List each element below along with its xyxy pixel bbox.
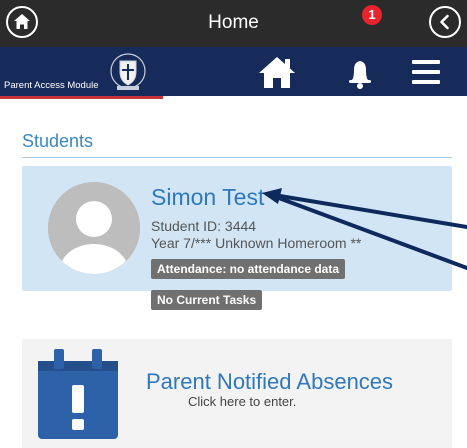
accent-divider — [0, 96, 163, 99]
page-title: Home — [208, 12, 259, 33]
student-card[interactable]: Simon Test Student ID: 3444 Year 7/*** U… — [22, 166, 452, 310]
back-circle-icon[interactable] — [429, 6, 461, 38]
absences-title[interactable]: Parent Notified Absences — [146, 369, 393, 395]
section-divider — [22, 157, 452, 158]
attendance-badge: Attendance: no attendance data — [151, 259, 346, 279]
notification-count-badge[interactable]: 1 — [362, 5, 382, 25]
module-label: Parent Access Module — [4, 80, 99, 91]
absences-subtitle: Click here to enter. — [188, 394, 297, 409]
title-bar: Home — [0, 0, 467, 47]
school-crest-icon — [108, 52, 148, 92]
hamburger-menu-icon[interactable] — [411, 58, 441, 86]
bell-icon[interactable] — [337, 52, 383, 92]
avatar — [48, 182, 140, 274]
calendar-alert-icon — [38, 347, 118, 439]
student-year: Year 7/*** Unknown Homeroom ** — [151, 235, 362, 251]
tasks-badge: No Current Tasks — [151, 290, 263, 310]
student-name[interactable]: Simon Test — [151, 184, 264, 211]
absences-card[interactable]: Parent Notified Absences Click here to e… — [22, 339, 452, 448]
home-icon[interactable] — [257, 54, 297, 90]
nav-bar: Parent Access Module — [0, 47, 467, 96]
students-heading: Students — [22, 131, 94, 151]
student-id: Student ID: 3444 — [151, 218, 257, 234]
